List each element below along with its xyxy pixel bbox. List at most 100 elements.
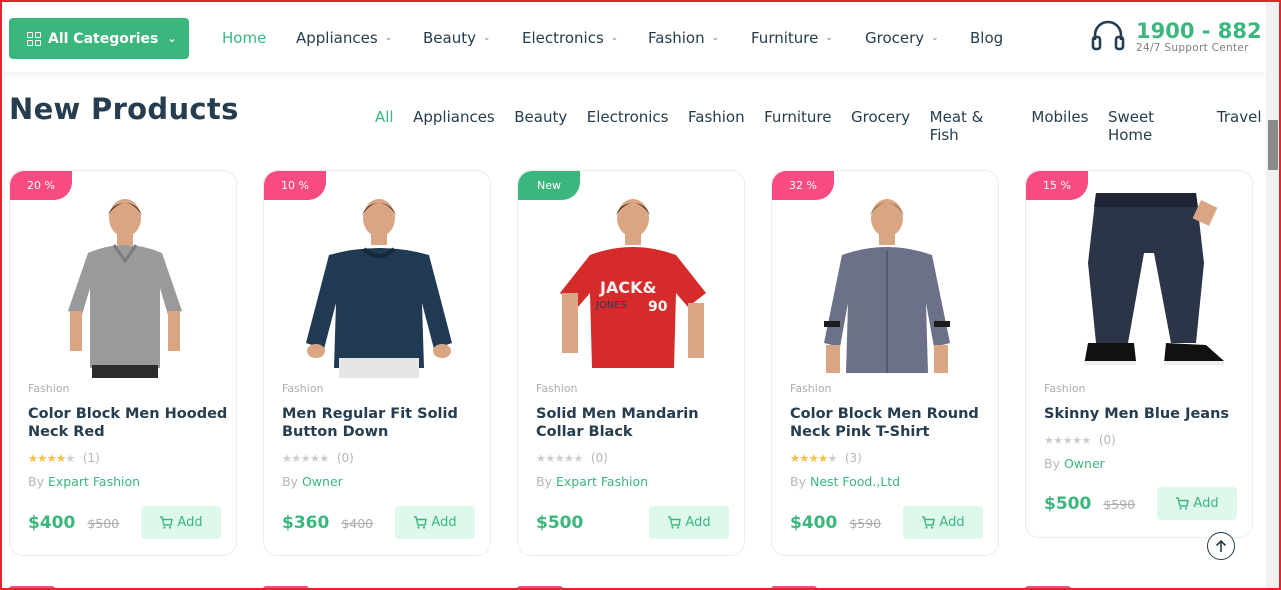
nav-item-label: Fashion bbox=[648, 29, 705, 47]
product-card[interactable]: 15 % Fashion Skinny Men Blue Jeans ★★★★★… bbox=[1025, 170, 1253, 538]
vendor-line: By Owner bbox=[1044, 456, 1105, 471]
star-rating-icon: ★★★★★★★★★★ bbox=[28, 451, 75, 465]
filter-tab-fashion[interactable]: Fashion bbox=[688, 108, 745, 144]
product-image[interactable] bbox=[1046, 193, 1236, 378]
old-price: $590 bbox=[1103, 497, 1136, 512]
nav-item-label: Home bbox=[222, 29, 267, 47]
review-count: (0) bbox=[1098, 433, 1116, 447]
scrollbar-track[interactable] bbox=[1266, 0, 1280, 590]
svg-text:JACK&: JACK& bbox=[599, 278, 656, 297]
product-category[interactable]: Fashion bbox=[28, 382, 70, 395]
filter-tab-mobiles[interactable]: Mobiles bbox=[1031, 108, 1088, 144]
add-label: Add bbox=[1193, 496, 1219, 511]
vendor-line: By Expart Fashion bbox=[28, 474, 140, 489]
add-to-cart-button[interactable]: Add bbox=[141, 506, 221, 539]
nav-item-electronics[interactable]: Electronics ⌄ bbox=[522, 29, 618, 47]
nav-item-appliances[interactable]: Appliances ⌄ bbox=[296, 29, 392, 47]
old-price: $590 bbox=[849, 516, 882, 531]
product-image[interactable] bbox=[30, 193, 220, 378]
next-row-badge bbox=[517, 586, 563, 590]
product-image[interactable] bbox=[792, 193, 982, 378]
product-category[interactable]: Fashion bbox=[790, 382, 832, 395]
filter-tab-electronics[interactable]: Electronics bbox=[587, 108, 669, 144]
cart-icon bbox=[414, 516, 428, 529]
review-count: (3) bbox=[844, 451, 862, 465]
filter-tab-appliances[interactable]: Appliances bbox=[413, 108, 495, 144]
product-name[interactable]: Solid Men Mandarin Collar Black bbox=[536, 405, 736, 441]
support-phone: 1900 - 882 bbox=[1136, 19, 1262, 43]
chevron-down-icon: ⌄ bbox=[384, 33, 393, 43]
product-name[interactable]: Men Regular Fit Solid Button Down bbox=[282, 405, 482, 441]
filter-tab-grocery[interactable]: Grocery bbox=[851, 108, 910, 144]
nav-item-home[interactable]: Home bbox=[222, 29, 266, 47]
current-price: $500 bbox=[1044, 494, 1092, 514]
filter-tab-all[interactable]: All bbox=[375, 108, 394, 144]
price-block: $500 $590 bbox=[1044, 494, 1135, 514]
product-category[interactable]: Fashion bbox=[282, 382, 324, 395]
support-label: 24/7 Support Center bbox=[1136, 42, 1249, 54]
site-header: All Categories ⌄ Home Appliances ⌄ Beauty ⌄ E… bbox=[0, 0, 1266, 72]
product-card[interactable]: 20 % Fashion Color Block Men Hooded Neck… bbox=[9, 170, 237, 556]
add-to-cart-button[interactable]: Add bbox=[903, 506, 983, 539]
by-label: By bbox=[790, 474, 806, 489]
section-title: New Products bbox=[9, 92, 239, 126]
back-to-top-button[interactable] bbox=[1207, 532, 1235, 560]
vendor-link[interactable]: Expart Fashion bbox=[556, 474, 648, 489]
add-to-cart-button[interactable]: Add bbox=[649, 506, 729, 539]
vendor-line: By Owner bbox=[282, 474, 343, 489]
by-label: By bbox=[282, 474, 298, 489]
product-category[interactable]: Fashion bbox=[1044, 382, 1086, 395]
nav-item-grocery[interactable]: Grocery ⌄ bbox=[865, 29, 939, 47]
filter-tab-beauty[interactable]: Beauty bbox=[514, 108, 567, 144]
support-center: 1900 - 882 24/7 Support Center bbox=[1090, 20, 1262, 54]
product-name[interactable]: Color Block Men Hooded Neck Red bbox=[28, 405, 228, 441]
nav-item-fashion[interactable]: Fashion ⌄ bbox=[648, 29, 719, 47]
product-category[interactable]: Fashion bbox=[536, 382, 578, 395]
nav-item-label: Grocery bbox=[865, 29, 925, 47]
cart-icon bbox=[668, 516, 682, 529]
filter-tab-travel[interactable]: Travel bbox=[1217, 108, 1262, 144]
product-name[interactable]: Color Block Men Round Neck Pink T-Shirt bbox=[790, 405, 990, 441]
star-rating-icon: ★★★★★★★★★★ bbox=[282, 451, 329, 465]
next-row-badge bbox=[263, 586, 309, 590]
vendor-link[interactable]: Nest Food.,Ltd bbox=[810, 474, 900, 489]
star-rating-icon: ★★★★★★★★★★ bbox=[1044, 433, 1091, 447]
product-card[interactable]: 10 % Fashion Men Regular Fit Solid Butto… bbox=[263, 170, 491, 556]
vendor-link[interactable]: Owner bbox=[1064, 456, 1105, 471]
nav-item-beauty[interactable]: Beauty ⌄ bbox=[423, 29, 491, 47]
product-card[interactable]: 32 % Fashion Color Block Men Round Neck … bbox=[771, 170, 999, 556]
nav-item-furniture[interactable]: Furniture ⌄ bbox=[751, 29, 833, 47]
all-categories-button[interactable]: All Categories ⌄ bbox=[9, 18, 189, 59]
nav-item-blog[interactable]: Blog bbox=[970, 29, 1003, 47]
filter-tab-meat-fish[interactable]: Meat & Fish bbox=[930, 108, 1012, 144]
add-to-cart-button[interactable]: Add bbox=[1157, 487, 1237, 520]
by-label: By bbox=[536, 474, 552, 489]
current-price: $360 bbox=[282, 513, 330, 533]
nav-item-label: Beauty bbox=[423, 29, 476, 47]
price-block: $400 $500 bbox=[28, 513, 119, 533]
price-block: $500 bbox=[536, 513, 595, 533]
product-image[interactable]: JACK& JONES 90 bbox=[538, 193, 728, 378]
current-price: $400 bbox=[28, 513, 76, 533]
add-to-cart-button[interactable]: Add bbox=[395, 506, 475, 539]
vendor-link[interactable]: Owner bbox=[302, 474, 343, 489]
next-row-badge bbox=[1025, 586, 1071, 590]
next-row-badge bbox=[771, 586, 817, 590]
product-name[interactable]: Skinny Men Blue Jeans bbox=[1044, 405, 1244, 423]
arrow-up-icon bbox=[1215, 539, 1227, 552]
product-card[interactable]: New JACK& JONES 90 Fashion Solid Men Man… bbox=[517, 170, 745, 556]
product-rating: ★★★★★★★★★★ (3) bbox=[790, 451, 862, 465]
filter-tab-furniture[interactable]: Furniture bbox=[764, 108, 831, 144]
vendor-line: By Expart Fashion bbox=[536, 474, 648, 489]
product-image[interactable] bbox=[284, 193, 474, 378]
cart-icon bbox=[922, 516, 936, 529]
chevron-down-icon: ⌄ bbox=[711, 33, 720, 43]
current-price: $400 bbox=[790, 513, 838, 533]
filter-tab-sweet-home[interactable]: Sweet Home bbox=[1108, 108, 1197, 144]
product-rating: ★★★★★★★★★★ (0) bbox=[536, 451, 608, 465]
chevron-down-icon: ⌄ bbox=[482, 33, 491, 43]
vendor-link[interactable]: Expart Fashion bbox=[48, 474, 140, 489]
headset-icon bbox=[1091, 20, 1125, 51]
review-count: (1) bbox=[82, 451, 100, 465]
old-price: $400 bbox=[341, 516, 374, 531]
